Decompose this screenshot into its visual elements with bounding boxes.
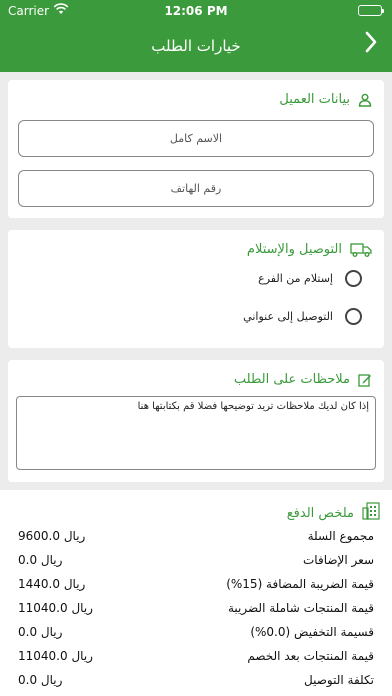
- notes-heading-label: ملاحظات على الطلب: [233, 372, 350, 387]
- summary-value: 0.0 ريال: [18, 673, 63, 687]
- summary-row: مجموع السلة 9600.0 ريال: [0, 526, 392, 550]
- payment-summary: ملخص الدفع مجموع السلة 9600.0 ريال سعر ا…: [0, 490, 392, 696]
- customer-heading-label: بيانات العميل: [279, 92, 350, 107]
- summary-row: قيمة المنتجات شاملة الضريبة 11040.0 ريال: [0, 598, 392, 622]
- building-icon: [362, 502, 380, 524]
- summary-value: 0.0 ريال: [18, 553, 63, 567]
- notes-card: ملاحظات على الطلب إذا كان لديك ملاحظات ت…: [8, 360, 384, 482]
- summary-label: مجموع السلة: [307, 529, 374, 543]
- delivery-truck-icon: [350, 242, 372, 257]
- summary-row: قيمة المنتجات بعد الخصم 11040.0 ريال: [0, 646, 392, 670]
- back-chevron-icon[interactable]: [364, 31, 378, 58]
- app-header: Carrier 12:06 PM خيارات الطلب: [0, 0, 392, 72]
- summary-label: قيمة المنتجات شاملة الضريبة: [228, 601, 374, 615]
- delivery-label: التوصيل إلى عنواني: [243, 310, 333, 323]
- phone-input[interactable]: رقم الهاتف: [18, 170, 374, 207]
- summary-label: سعر الإضافات: [303, 553, 374, 567]
- status-bar: Carrier 12:06 PM: [0, 0, 392, 22]
- notes-heading: ملاحظات على الطلب: [234, 372, 372, 387]
- summary-label: قيمة الضريبة المضافة (15%): [226, 577, 374, 591]
- summary-value: 0.0 ريال: [18, 625, 63, 639]
- summary-label: تكلفة التوصيل: [304, 673, 374, 687]
- summary-heading-label: ملخص الدفع: [286, 505, 354, 521]
- delivery-radio[interactable]: [345, 308, 362, 325]
- battery-icon: [358, 5, 384, 16]
- summary-row: قسيمة التخفيض (0.0%) 0.0 ريال: [0, 622, 392, 646]
- customer-heading: بيانات العميل: [279, 92, 372, 107]
- pickup-option[interactable]: إستلام من الفرع: [258, 270, 362, 287]
- summary-value: 11040.0 ريال: [18, 649, 93, 663]
- user-icon: [358, 93, 372, 107]
- summary-label: قسيمة التخفيض (0.0%): [250, 625, 374, 639]
- summary-label: قيمة المنتجات بعد الخصم: [247, 649, 374, 663]
- page-title: خيارات الطلب: [151, 37, 241, 55]
- summary-value: 1440.0 ريال: [18, 577, 86, 591]
- delivery-option[interactable]: التوصيل إلى عنواني: [243, 308, 362, 325]
- notes-textarea[interactable]: إذا كان لديك ملاحظات تريد توضيحها فضلا ق…: [16, 396, 376, 470]
- summary-row: تكلفة التوصيل 0.0 ريال: [0, 670, 392, 694]
- full-name-input[interactable]: الاسم كامل: [18, 120, 374, 157]
- edit-note-icon: [358, 373, 372, 387]
- customer-card: بيانات العميل الاسم كامل رقم الهاتف: [8, 80, 384, 218]
- summary-value: 9600.0 ريال: [18, 529, 86, 543]
- delivery-heading-label: التوصيل والإستلام: [246, 242, 342, 257]
- pickup-radio[interactable]: [345, 270, 362, 287]
- delivery-card: التوصيل والإستلام إستلام من الفرع التوصي…: [8, 230, 384, 348]
- clock: 12:06 PM: [164, 4, 228, 18]
- summary-row: سعر الإضافات 0.0 ريال: [0, 550, 392, 574]
- summary-value: 11040.0 ريال: [18, 601, 93, 615]
- summary-heading: ملخص الدفع: [287, 502, 380, 524]
- summary-row: قيمة الضريبة المضافة (15%) 1440.0 ريال: [0, 574, 392, 598]
- delivery-heading: التوصيل والإستلام: [247, 242, 372, 257]
- pickup-label: إستلام من الفرع: [258, 272, 333, 285]
